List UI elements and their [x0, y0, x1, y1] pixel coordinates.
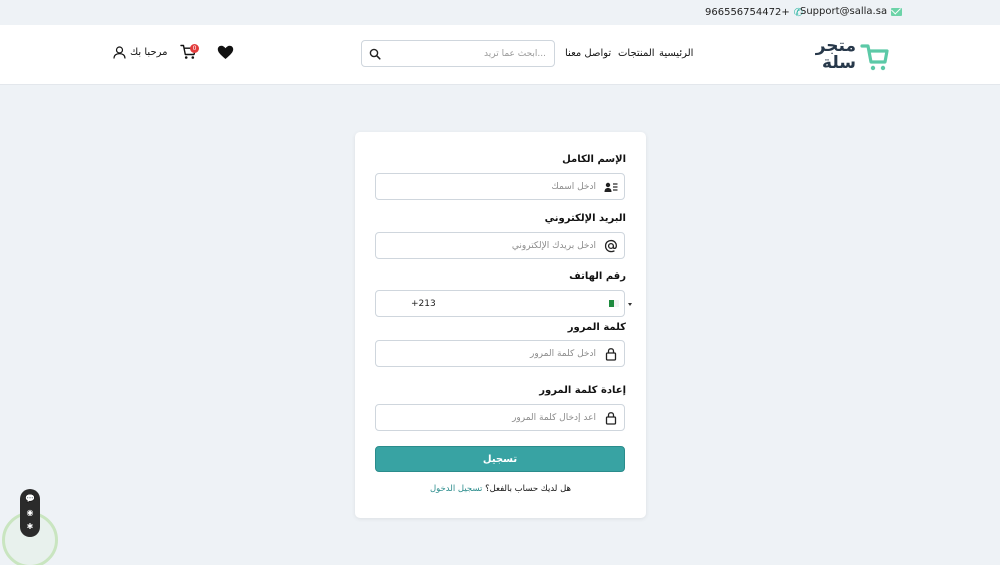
confirm-password-input[interactable] — [396, 409, 596, 427]
email-input[interactable] — [396, 237, 596, 255]
site-header: متجر سلة الرئيسية المنتجات تواصل معنا 0 … — [0, 25, 1000, 85]
lock-icon — [605, 348, 617, 361]
phone-input[interactable] — [411, 295, 561, 313]
search-box[interactable] — [361, 40, 555, 67]
store-logo[interactable]: متجر سلة — [808, 38, 892, 76]
search-input[interactable] — [386, 45, 546, 63]
register-form-card: الإسم الكامل البريد الإلكتروني رقم الهات… — [355, 132, 646, 518]
login-link[interactable]: تسجيل الدخول — [430, 484, 482, 494]
accessibility-widget[interactable]: 💬 ◉ ✱ — [0, 489, 60, 565]
support-phone[interactable]: 966556754472+ ✆ — [705, 6, 803, 19]
logo-text: متجر سلة — [808, 38, 856, 72]
confirm-password-label: إعادة كلمة المرور — [539, 385, 626, 396]
chevron-down-icon[interactable] — [628, 303, 632, 306]
cart-count-badge: 0 — [190, 44, 199, 53]
logo-cart-icon — [860, 44, 889, 71]
password-field[interactable] — [375, 340, 625, 367]
full-name-input[interactable] — [396, 178, 596, 196]
nav-products[interactable]: المنتجات — [618, 48, 655, 59]
contact-card-icon — [604, 182, 618, 192]
accessibility-person-icon[interactable]: ✱ — [27, 523, 34, 531]
support-phone-text: 966556754472+ — [705, 7, 790, 18]
at-sign-icon — [604, 239, 617, 253]
chat-icon[interactable]: 💬 — [25, 495, 35, 503]
mail-icon — [891, 7, 903, 16]
user-icon — [113, 46, 126, 59]
register-button[interactable]: تسجيل — [375, 446, 625, 472]
email-label: البريد الإلكتروني — [544, 213, 626, 224]
email-field[interactable] — [375, 232, 625, 259]
nav-contact[interactable]: تواصل معنا — [565, 48, 611, 59]
accessibility-toolbar[interactable]: 💬 ◉ ✱ — [20, 489, 40, 537]
logo-text-line2: سلة — [822, 53, 856, 73]
login-prompt: هل لديك حساب بالفعل؟ تسجيل الدخول — [355, 484, 646, 494]
password-label: كلمة المرور — [567, 322, 626, 333]
phone-field[interactable] — [375, 290, 632, 317]
password-input[interactable] — [396, 345, 596, 363]
search-icon[interactable] — [369, 48, 381, 60]
heart-icon[interactable] — [217, 45, 234, 60]
eye-icon[interactable]: ◉ — [27, 509, 34, 517]
full-name-field[interactable] — [375, 173, 625, 200]
confirm-password-field[interactable] — [375, 404, 625, 431]
nav-home[interactable]: الرئيسية — [659, 48, 693, 59]
country-flag-icon[interactable] — [609, 300, 619, 307]
top-bar: 966556754472+ ✆ Support@salla.sa — [0, 0, 1000, 25]
support-email-text: Support@salla.sa — [800, 6, 888, 17]
lock-icon — [605, 412, 617, 425]
phone-label: رقم الهاتف — [569, 271, 626, 282]
have-account-text: هل لديك حساب بالفعل؟ — [485, 484, 571, 494]
greeting-text: مرحبا بك — [130, 47, 168, 58]
support-email[interactable]: Support@salla.sa — [800, 6, 903, 17]
account-menu[interactable]: مرحبا بك — [113, 46, 168, 59]
full-name-label: الإسم الكامل — [562, 154, 626, 165]
